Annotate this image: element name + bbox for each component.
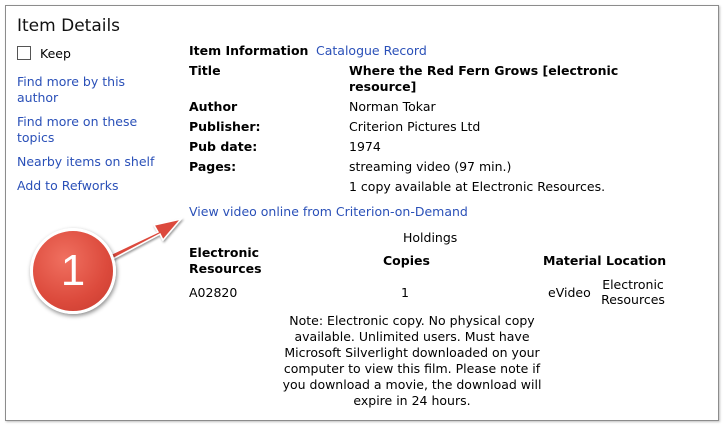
callout-arrow-icon (100, 217, 184, 266)
step-number: 1 (60, 246, 86, 295)
step-number-badge: 1 (30, 228, 116, 314)
